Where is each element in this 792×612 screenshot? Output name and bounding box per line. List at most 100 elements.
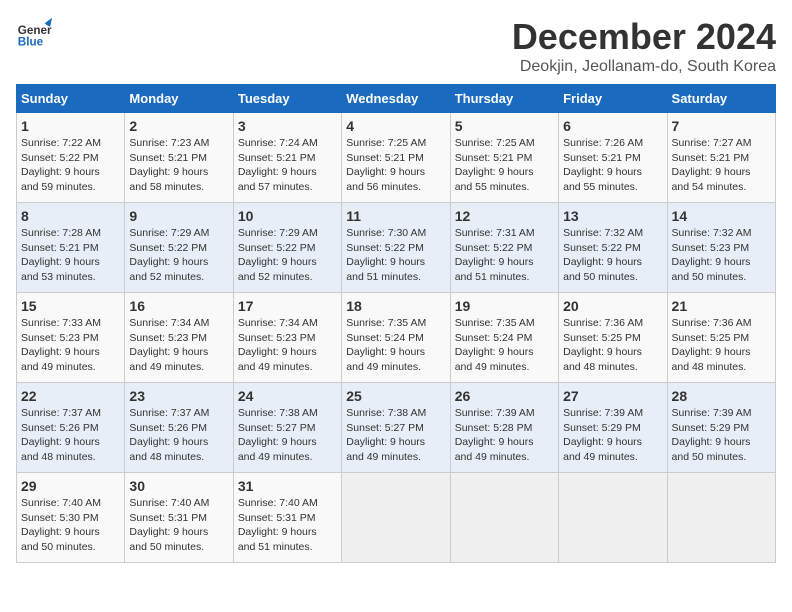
table-row: 7 Sunrise: 7:27 AMSunset: 5:21 PMDayligh… <box>667 113 775 203</box>
day-number: 14 <box>672 208 771 224</box>
day-info: Sunrise: 7:25 AMSunset: 5:21 PMDaylight:… <box>346 137 426 193</box>
day-info: Sunrise: 7:39 AMSunset: 5:29 PMDaylight:… <box>672 407 752 463</box>
day-info: Sunrise: 7:23 AMSunset: 5:21 PMDaylight:… <box>129 137 209 193</box>
table-row: 18 Sunrise: 7:35 AMSunset: 5:24 PMDaylig… <box>342 293 450 383</box>
day-number: 12 <box>455 208 554 224</box>
table-row: 11 Sunrise: 7:30 AMSunset: 5:22 PMDaylig… <box>342 203 450 293</box>
table-row: 16 Sunrise: 7:34 AMSunset: 5:23 PMDaylig… <box>125 293 233 383</box>
day-info: Sunrise: 7:31 AMSunset: 5:22 PMDaylight:… <box>455 227 535 283</box>
table-row: 24 Sunrise: 7:38 AMSunset: 5:27 PMDaylig… <box>233 383 341 473</box>
day-info: Sunrise: 7:25 AMSunset: 5:21 PMDaylight:… <box>455 137 535 193</box>
day-number: 10 <box>238 208 337 224</box>
table-row: 8 Sunrise: 7:28 AMSunset: 5:21 PMDayligh… <box>17 203 125 293</box>
location-subtitle: Deokjin, Jeollanam-do, South Korea <box>512 58 776 76</box>
empty-cell <box>450 473 558 563</box>
table-row: 4 Sunrise: 7:25 AMSunset: 5:21 PMDayligh… <box>342 113 450 203</box>
table-row: 23 Sunrise: 7:37 AMSunset: 5:26 PMDaylig… <box>125 383 233 473</box>
calendar-week-row: 22 Sunrise: 7:37 AMSunset: 5:26 PMDaylig… <box>17 383 776 473</box>
day-info: Sunrise: 7:29 AMSunset: 5:22 PMDaylight:… <box>129 227 209 283</box>
day-info: Sunrise: 7:39 AMSunset: 5:28 PMDaylight:… <box>455 407 535 463</box>
day-info: Sunrise: 7:40 AMSunset: 5:30 PMDaylight:… <box>21 497 101 553</box>
day-info: Sunrise: 7:28 AMSunset: 5:21 PMDaylight:… <box>21 227 101 283</box>
day-number: 5 <box>455 118 554 134</box>
day-number: 27 <box>563 388 662 404</box>
day-number: 18 <box>346 298 445 314</box>
day-number: 20 <box>563 298 662 314</box>
day-number: 28 <box>672 388 771 404</box>
day-number: 6 <box>563 118 662 134</box>
table-row: 20 Sunrise: 7:36 AMSunset: 5:25 PMDaylig… <box>559 293 667 383</box>
day-info: Sunrise: 7:29 AMSunset: 5:22 PMDaylight:… <box>238 227 318 283</box>
svg-text:Blue: Blue <box>18 36 44 49</box>
day-info: Sunrise: 7:39 AMSunset: 5:29 PMDaylight:… <box>563 407 643 463</box>
table-row: 6 Sunrise: 7:26 AMSunset: 5:21 PMDayligh… <box>559 113 667 203</box>
day-number: 13 <box>563 208 662 224</box>
day-info: Sunrise: 7:36 AMSunset: 5:25 PMDaylight:… <box>563 317 643 373</box>
day-info: Sunrise: 7:38 AMSunset: 5:27 PMDaylight:… <box>238 407 318 463</box>
table-row: 14 Sunrise: 7:32 AMSunset: 5:23 PMDaylig… <box>667 203 775 293</box>
table-row: 12 Sunrise: 7:31 AMSunset: 5:22 PMDaylig… <box>450 203 558 293</box>
day-info: Sunrise: 7:35 AMSunset: 5:24 PMDaylight:… <box>346 317 426 373</box>
day-info: Sunrise: 7:22 AMSunset: 5:22 PMDaylight:… <box>21 137 101 193</box>
day-info: Sunrise: 7:36 AMSunset: 5:25 PMDaylight:… <box>672 317 752 373</box>
table-row: 15 Sunrise: 7:33 AMSunset: 5:23 PMDaylig… <box>17 293 125 383</box>
day-info: Sunrise: 7:38 AMSunset: 5:27 PMDaylight:… <box>346 407 426 463</box>
day-number: 4 <box>346 118 445 134</box>
day-number: 2 <box>129 118 228 134</box>
table-row: 27 Sunrise: 7:39 AMSunset: 5:29 PMDaylig… <box>559 383 667 473</box>
day-number: 3 <box>238 118 337 134</box>
day-info: Sunrise: 7:24 AMSunset: 5:21 PMDaylight:… <box>238 137 318 193</box>
table-row: 22 Sunrise: 7:37 AMSunset: 5:26 PMDaylig… <box>17 383 125 473</box>
day-number: 23 <box>129 388 228 404</box>
header-tuesday: Tuesday <box>233 85 341 113</box>
day-number: 1 <box>21 118 120 134</box>
header-thursday: Thursday <box>450 85 558 113</box>
day-number: 11 <box>346 208 445 224</box>
day-info: Sunrise: 7:27 AMSunset: 5:21 PMDaylight:… <box>672 137 752 193</box>
day-number: 19 <box>455 298 554 314</box>
day-number: 24 <box>238 388 337 404</box>
table-row: 10 Sunrise: 7:29 AMSunset: 5:22 PMDaylig… <box>233 203 341 293</box>
day-number: 22 <box>21 388 120 404</box>
table-row: 3 Sunrise: 7:24 AMSunset: 5:21 PMDayligh… <box>233 113 341 203</box>
day-number: 16 <box>129 298 228 314</box>
empty-cell <box>667 473 775 563</box>
day-info: Sunrise: 7:40 AMSunset: 5:31 PMDaylight:… <box>238 497 318 553</box>
day-info: Sunrise: 7:40 AMSunset: 5:31 PMDaylight:… <box>129 497 209 553</box>
day-number: 15 <box>21 298 120 314</box>
day-number: 7 <box>672 118 771 134</box>
day-number: 9 <box>129 208 228 224</box>
day-info: Sunrise: 7:34 AMSunset: 5:23 PMDaylight:… <box>129 317 209 373</box>
calendar-week-row: 29 Sunrise: 7:40 AMSunset: 5:30 PMDaylig… <box>17 473 776 563</box>
general-blue-logo-icon: General Blue <box>16 16 52 52</box>
table-row: 28 Sunrise: 7:39 AMSunset: 5:29 PMDaylig… <box>667 383 775 473</box>
table-row: 31 Sunrise: 7:40 AMSunset: 5:31 PMDaylig… <box>233 473 341 563</box>
day-info: Sunrise: 7:33 AMSunset: 5:23 PMDaylight:… <box>21 317 101 373</box>
table-row: 5 Sunrise: 7:25 AMSunset: 5:21 PMDayligh… <box>450 113 558 203</box>
day-number: 21 <box>672 298 771 314</box>
table-row: 13 Sunrise: 7:32 AMSunset: 5:22 PMDaylig… <box>559 203 667 293</box>
header-monday: Monday <box>125 85 233 113</box>
header-sunday: Sunday <box>17 85 125 113</box>
day-number: 29 <box>21 478 120 494</box>
empty-cell <box>342 473 450 563</box>
table-row: 26 Sunrise: 7:39 AMSunset: 5:28 PMDaylig… <box>450 383 558 473</box>
day-number: 30 <box>129 478 228 494</box>
calendar-table: Sunday Monday Tuesday Wednesday Thursday… <box>16 84 776 563</box>
calendar-week-row: 1 Sunrise: 7:22 AMSunset: 5:22 PMDayligh… <box>17 113 776 203</box>
day-number: 25 <box>346 388 445 404</box>
table-row: 1 Sunrise: 7:22 AMSunset: 5:22 PMDayligh… <box>17 113 125 203</box>
day-number: 8 <box>21 208 120 224</box>
day-info: Sunrise: 7:30 AMSunset: 5:22 PMDaylight:… <box>346 227 426 283</box>
day-number: 17 <box>238 298 337 314</box>
table-row: 9 Sunrise: 7:29 AMSunset: 5:22 PMDayligh… <box>125 203 233 293</box>
table-row: 17 Sunrise: 7:34 AMSunset: 5:23 PMDaylig… <box>233 293 341 383</box>
header-wednesday: Wednesday <box>342 85 450 113</box>
calendar-week-row: 8 Sunrise: 7:28 AMSunset: 5:21 PMDayligh… <box>17 203 776 293</box>
weekday-header-row: Sunday Monday Tuesday Wednesday Thursday… <box>17 85 776 113</box>
day-number: 26 <box>455 388 554 404</box>
table-row: 19 Sunrise: 7:35 AMSunset: 5:24 PMDaylig… <box>450 293 558 383</box>
day-info: Sunrise: 7:32 AMSunset: 5:22 PMDaylight:… <box>563 227 643 283</box>
day-number: 31 <box>238 478 337 494</box>
day-info: Sunrise: 7:35 AMSunset: 5:24 PMDaylight:… <box>455 317 535 373</box>
